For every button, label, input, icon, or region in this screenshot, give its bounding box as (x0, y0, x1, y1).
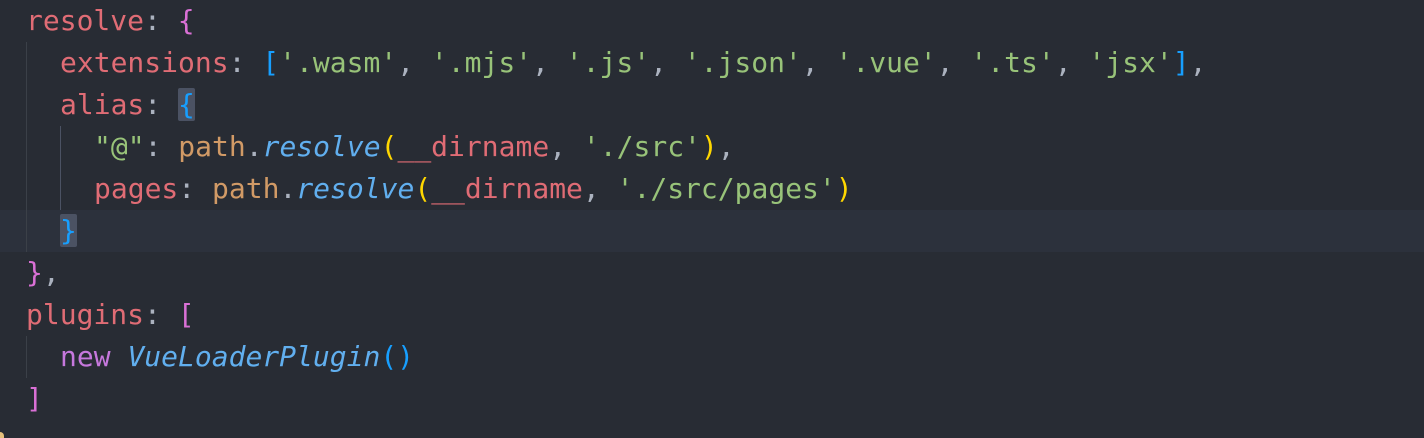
ext-jsx: 'jsx' (1088, 46, 1173, 79)
path-object: path (178, 130, 246, 163)
ext-wasm: '.wasm' (279, 46, 398, 79)
alias-close-brace: } (60, 214, 77, 247)
dirname-var: __dirname (397, 130, 550, 163)
code-editor[interactable]: resolve: { extensions: ['.wasm', '.mjs',… (0, 0, 1424, 438)
plugin-class: VueLoaderPlugin (127, 340, 381, 373)
code-line-7[interactable]: }, (0, 252, 1424, 294)
dirname-var: __dirname (431, 172, 583, 205)
alias-key: alias (60, 88, 145, 121)
ext-vue: '.vue' (835, 46, 937, 79)
plugins-key: plugins (26, 298, 145, 331)
indent-guide (60, 168, 61, 210)
code-line-5[interactable]: pages: path.resolve(__dirname, './src/pa… (0, 168, 1424, 210)
ext-ts: '.ts' (970, 46, 1055, 79)
src-path-string: './src' (582, 130, 701, 163)
close-bracket: ] (26, 382, 43, 415)
code-line-6-active[interactable]: } (0, 210, 1424, 252)
indent-guide (26, 210, 27, 252)
resolve-function: resolve (296, 172, 415, 205)
code-line-3[interactable]: alias: { (0, 84, 1424, 126)
gutter-marker (0, 432, 4, 438)
code-line-1[interactable]: resolve: { (0, 0, 1424, 42)
indent-guide (26, 126, 27, 168)
ext-mjs: '.mjs' (430, 46, 533, 79)
new-keyword: new (60, 340, 111, 373)
indent-guide (26, 42, 27, 84)
alias-open-brace: { (178, 88, 195, 121)
ext-js: '.js' (565, 46, 651, 79)
path-object: path (212, 172, 280, 205)
open-brace: { (177, 4, 195, 37)
code-line-9[interactable]: new VueLoaderPlugin() (0, 336, 1424, 378)
resolve-key: resolve (26, 4, 145, 37)
ext-json: '.json' (683, 46, 802, 79)
close-brace: } (26, 256, 43, 289)
code-line-4[interactable]: "@": path.resolve(__dirname, './src'), (0, 126, 1424, 168)
code-line-2[interactable]: extensions: ['.wasm', '.mjs', '.js', '.j… (0, 42, 1424, 84)
extensions-key: extensions (60, 46, 229, 79)
alias-at-key: "@" (94, 130, 145, 163)
indent-guide (26, 336, 27, 378)
indent-guide (26, 168, 27, 210)
resolve-function: resolve (262, 130, 381, 163)
code-line-10[interactable]: ] (0, 378, 1424, 420)
indent-guide (60, 126, 61, 168)
pages-path-string: './src/pages' (616, 172, 836, 205)
indent-guide (26, 84, 27, 126)
code-line-8[interactable]: plugins: [ (0, 294, 1424, 336)
open-bracket: [ (177, 298, 195, 331)
pages-key: pages (94, 172, 179, 205)
